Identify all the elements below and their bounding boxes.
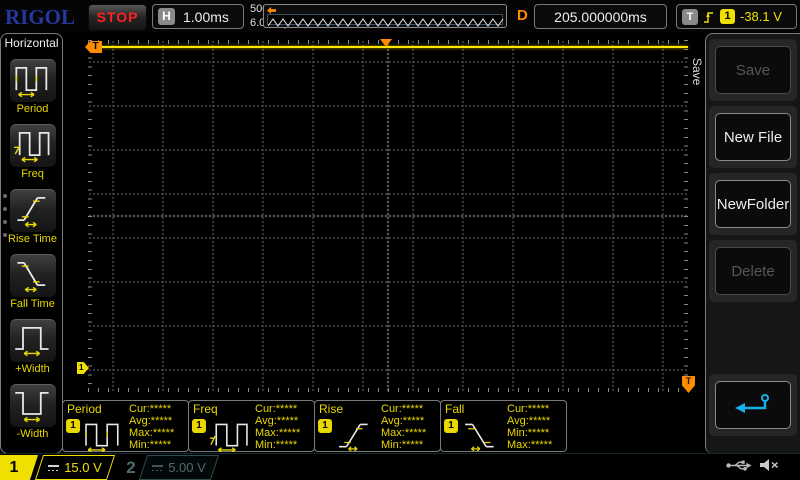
menu-item-fall-time[interactable]: Fall Time (1, 254, 64, 310)
left-tick-ruler (88, 40, 92, 392)
channel1-number[interactable]: 1 (0, 455, 38, 480)
horizontal-icon: H (158, 8, 175, 25)
menu-item-neg-width[interactable]: -Width (1, 384, 64, 440)
measurement-stats: Cur:***** Avg:***** Max:***** Min:***** (129, 403, 174, 451)
source-badge: 1 (444, 419, 458, 433)
dc-coupling-icon (152, 464, 163, 472)
rise-time-icon (10, 189, 56, 232)
neg-width-icon (10, 384, 56, 427)
softkey-block: Delete (709, 240, 797, 302)
measurement-panel-fall: Fall 1 Cur:***** Avg:***** Min:***** Max… (440, 400, 567, 452)
trigger-level-value: -38.1 V (740, 9, 782, 24)
menu-item-pos-width[interactable]: +Width (1, 319, 64, 375)
measurement-panel-period: Period 1 Cur:***** Avg:***** Max:***** M… (62, 400, 189, 452)
source-badge: 1 (66, 419, 80, 433)
period-icon (10, 59, 56, 102)
graticule: T T 1 (88, 40, 688, 392)
trigger-source-badge: 1 (720, 9, 735, 24)
new-folder-button[interactable]: NewFolder (715, 180, 791, 228)
top-status-bar: RIGOL STOP H 1.00ms 500MSa/s 6.00M pts D… (0, 0, 800, 32)
softkey-block (709, 374, 797, 436)
channel2-scale[interactable]: 5.00 V (139, 455, 219, 480)
source-badge: 1 (192, 419, 206, 433)
menu-item-period[interactable]: Period (1, 59, 64, 115)
dc-coupling-icon (48, 464, 59, 472)
menu-page-dots (3, 194, 8, 246)
measurement-bar: Period 1 Cur:***** Avg:***** Max:***** M… (62, 400, 566, 452)
bottom-tick-ruler (88, 388, 688, 392)
status-icons (726, 458, 780, 472)
usb-icon (726, 459, 752, 472)
measurement-stats: Cur:***** Avg:***** Max:***** Min:***** (381, 403, 426, 451)
menu-item-freq[interactable]: Freq (1, 124, 64, 180)
delete-button[interactable]: Delete (715, 247, 791, 295)
new-file-button[interactable]: New File (715, 113, 791, 161)
measure-menu: Horizontal Period Freq (0, 33, 63, 454)
period-meas-icon (82, 416, 126, 457)
oscilloscope-screen: RIGOL STOP H 1.00ms 500MSa/s 6.00M pts D… (0, 0, 800, 480)
rigol-logo: RIGOL (5, 5, 75, 30)
waveform-preview[interactable] (263, 4, 507, 28)
run-state-indicator: STOP (88, 4, 147, 31)
trigger-readout: T 1 -38.1 V (676, 4, 797, 29)
trigger-position-marker-icon (380, 39, 392, 47)
freq-icon (10, 124, 56, 167)
softkey-block: New File (709, 106, 797, 168)
softkey-block: Save (709, 39, 797, 101)
save-button[interactable]: Save (715, 46, 791, 94)
preview-wave-strip (267, 14, 503, 25)
delay-readout: 205.000000ms (534, 4, 667, 29)
return-arrow-icon (732, 392, 774, 418)
menu-item-rise-time[interactable]: Rise Time (1, 189, 64, 245)
channel1-scale[interactable]: 15.0 V (35, 455, 115, 480)
channel-status-bar: 1 15.0 V 2 5.00 V (0, 453, 800, 480)
softkey-block: NewFolder (709, 173, 797, 235)
measurement-stats: Cur:***** Avg:***** Max:***** Min:***** (255, 403, 300, 451)
trigger-icon: T (682, 9, 698, 25)
softkey-menu: Save New File NewFolder Delete (705, 33, 800, 454)
measurement-panel-rise: Rise 1 Cur:***** Avg:***** Max:***** Min… (314, 400, 441, 452)
measure-menu-title: Horizontal (1, 36, 62, 50)
save-menu-tab: Save (690, 58, 704, 85)
delay-label: D (517, 7, 528, 24)
back-button[interactable] (715, 381, 791, 429)
speaker-muted-icon (759, 458, 780, 472)
rising-edge-icon (703, 9, 715, 25)
timebase-value: 1.00ms (183, 9, 229, 25)
fall-meas-icon (460, 416, 504, 457)
rise-meas-icon (334, 416, 378, 457)
measurement-stats: Cur:***** Avg:***** Min:***** Max:***** (507, 403, 552, 451)
timebase-readout: H 1.00ms (152, 4, 244, 29)
freq-meas-icon (208, 416, 252, 457)
preview-zigzag-icon (268, 17, 504, 28)
pos-width-icon (10, 319, 56, 362)
right-tick-ruler (684, 40, 688, 392)
fall-time-icon (10, 254, 56, 297)
measurement-panel-freq: Freq 1 Cur:***** Avg:***** Max:***** Min… (188, 400, 315, 452)
preview-left-arrow-icon (267, 7, 276, 14)
source-badge: 1 (318, 419, 332, 433)
